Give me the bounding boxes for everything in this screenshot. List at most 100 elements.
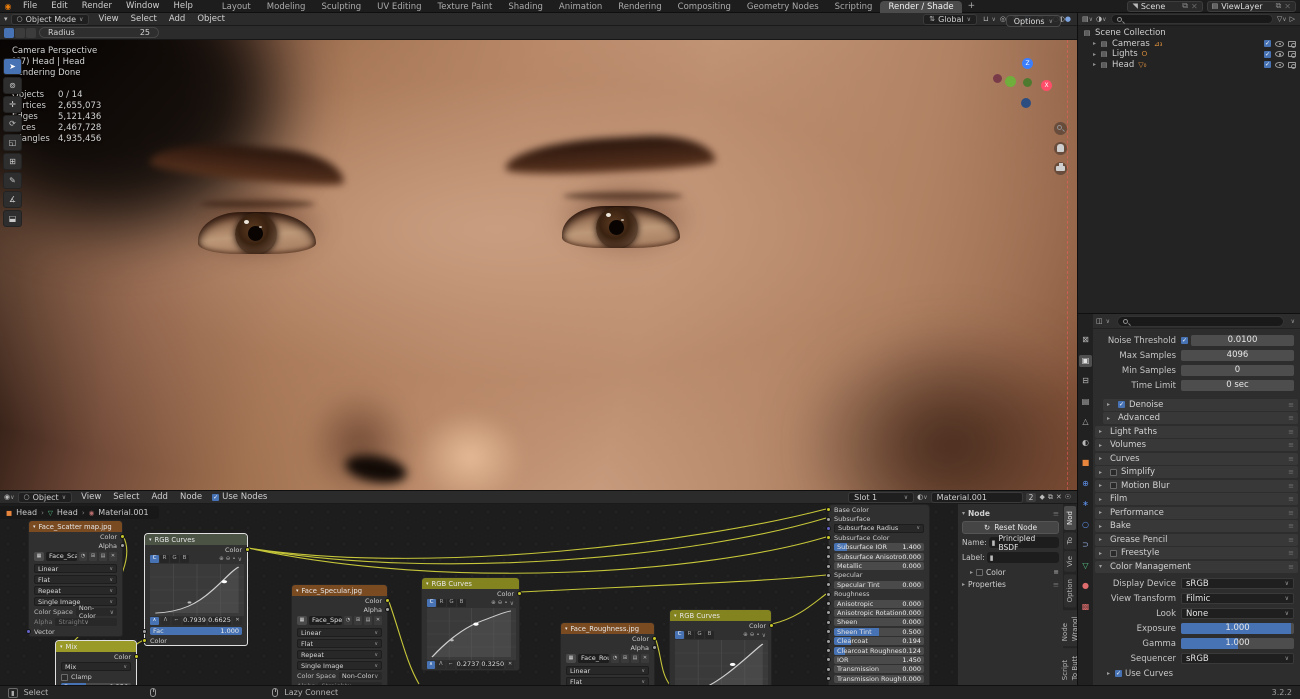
node-curves2[interactable]: ▾RGB CurvesColorCRGB⊕⊖•∨∧Λ⌐0.27370.3250✕: [421, 577, 520, 671]
properties-tab-texture-icon[interactable]: ▩: [1079, 601, 1092, 613]
node-dropdown[interactable]: Repeat∨: [34, 586, 117, 595]
workspace-tab-scripting[interactable]: Scripting: [827, 1, 881, 13]
property-value[interactable]: 0: [1181, 365, 1294, 376]
material-users-count[interactable]: 2: [1026, 493, 1037, 502]
unlink-material-icon[interactable]: ✕: [1053, 493, 1065, 501]
section-checkbox[interactable]: [1110, 550, 1117, 557]
slider-widget[interactable]: Transmission Roughness0.000: [834, 675, 924, 683]
socket-gray[interactable]: [826, 620, 831, 625]
tool-select-icon[interactable]: ➤: [3, 58, 22, 75]
node-specular[interactable]: ▾Face_Specular.jpgColorAlpha▦Face_Specul…: [291, 584, 388, 685]
image-unlink-icon[interactable]: ✕: [374, 616, 382, 625]
fake-user-shield-icon[interactable]: ◆: [1036, 493, 1047, 501]
exclude-checkbox[interactable]: ✓: [1264, 40, 1271, 47]
property-value[interactable]: 0 sec: [1181, 380, 1294, 391]
image-unlink-icon[interactable]: ✕: [109, 552, 117, 561]
node-header[interactable]: ▾Face_Roughness.jpg: [561, 623, 654, 634]
cm-select[interactable]: sRGB∨: [1181, 578, 1294, 589]
scene-new-icon[interactable]: ⧉: [1182, 1, 1188, 11]
noise-threshold-checkbox[interactable]: ✓: [1181, 337, 1188, 344]
section-motion-blur[interactable]: ▸Motion Blur≡: [1095, 480, 1298, 492]
tool-transform-icon[interactable]: ⊞: [3, 153, 22, 170]
collapse-arrow-icon[interactable]: ▾: [565, 626, 568, 632]
shader-editor-type-icon[interactable]: ◉: [0, 493, 10, 501]
section-grease-pencil[interactable]: ▸Grease Pencil≡: [1095, 534, 1298, 546]
node-curves1[interactable]: ▾RGB CurvesColorCRGB⊕⊖•∨∧Λ⌐0.79390.6625✕…: [144, 533, 248, 646]
slider-widget[interactable]: Sheen0.000: [834, 618, 924, 626]
socket-gray[interactable]: [826, 610, 831, 615]
slider-widget[interactable]: Specular Tint0.000: [834, 581, 924, 589]
section-denoise[interactable]: ▸✓Denoise≡: [1103, 399, 1298, 411]
zoom-in-icon[interactable]: ⊕: [743, 632, 748, 639]
expand-arrow-icon[interactable]: ▸: [1090, 61, 1099, 68]
zoom-icon[interactable]: [1054, 122, 1067, 135]
handle-free-icon[interactable]: ⌐: [172, 617, 181, 625]
sidebar-tab-script-to-butt[interactable]: Script To Butt: [1059, 648, 1077, 685]
slider-widget[interactable]: IOR1.450: [834, 656, 924, 664]
image-open-icon[interactable]: ▤: [99, 552, 107, 561]
outliner-row-lights[interactable]: ▸▤Lights⭘✓: [1078, 49, 1300, 60]
image-new-icon[interactable]: ⊞: [621, 654, 629, 663]
socket-yellow[interactable]: [142, 638, 147, 643]
channel-g-button[interactable]: G: [170, 555, 179, 563]
sidebar-tab-vie[interactable]: Vie: [1064, 551, 1076, 572]
shader-menu-select[interactable]: Select: [107, 492, 145, 502]
channel-b-button[interactable]: B: [705, 631, 714, 639]
image-open-icon[interactable]: ▤: [364, 616, 372, 625]
socket-gray[interactable]: [385, 607, 390, 612]
socket-purple[interactable]: [826, 526, 831, 531]
expand-arrow-icon[interactable]: ▸: [1090, 40, 1099, 47]
menu-edit[interactable]: Edit: [44, 0, 74, 13]
tool-move-icon[interactable]: ✛: [3, 96, 22, 113]
node-curves3[interactable]: ▾RGB CurvesColorCRGB⊕⊖•∨: [669, 609, 772, 685]
node-header[interactable]: ▾Face_Scatter map.jpg: [29, 521, 122, 532]
section-simplify[interactable]: ▸Simplify≡: [1095, 466, 1298, 478]
properties-tab-view-layer-icon[interactable]: ▤: [1079, 396, 1092, 408]
outliner-options-icon[interactable]: ▷: [1290, 15, 1300, 23]
scene-selector[interactable]: ◥ Scene ⧉ ✕: [1127, 1, 1202, 12]
image-thumbnail-icon[interactable]: ▦: [566, 654, 576, 663]
select-mode-extend-icon[interactable]: [15, 28, 25, 38]
section-freestyle[interactable]: ▸Freestyle≡: [1095, 547, 1298, 559]
workspace-tab-rendering[interactable]: Rendering: [610, 1, 669, 13]
gizmo-z-axis[interactable]: Z: [1022, 58, 1033, 69]
shader-menu-node[interactable]: Node: [174, 492, 208, 502]
shader-menu-view[interactable]: View: [75, 492, 107, 502]
section-checkbox[interactable]: [1110, 469, 1117, 476]
node-dropdown[interactable]: Straight∨: [55, 618, 117, 626]
properties-tab-tool-icon[interactable]: ⊠: [1079, 334, 1092, 346]
properties-editor-icon[interactable]: ◫: [1096, 317, 1103, 325]
workspace-tab-modeling[interactable]: Modeling: [259, 1, 314, 13]
image-open-icon[interactable]: ▤: [631, 654, 639, 663]
properties-tab-particles-icon[interactable]: ∗: [1079, 498, 1092, 510]
slot-dropdown[interactable]: Slot 1∨: [848, 492, 914, 503]
node-header[interactable]: ▾Mix: [56, 641, 136, 652]
cm-slider-widget[interactable]: 1.000: [1181, 638, 1294, 649]
image-thumbnail-icon[interactable]: ▦: [34, 552, 44, 561]
outliner-display-mode-icon[interactable]: ◑: [1093, 15, 1102, 23]
pin-icon[interactable]: ☉: [1065, 493, 1071, 501]
shader-editor[interactable]: ◉∨ ○ Object∨ ViewSelectAddNode ✓ Use Nod…: [0, 490, 1077, 685]
node-header[interactable]: ▾RGB Curves: [145, 534, 247, 545]
sidebar-tab-to[interactable]: To: [1064, 532, 1076, 549]
viewport-menu-add[interactable]: Add: [163, 14, 191, 24]
node-panel-section[interactable]: ▾Node ≡: [962, 507, 1059, 519]
socket-gray[interactable]: [826, 657, 831, 662]
socket-gray[interactable]: [826, 601, 831, 606]
workspace-tab-uv-editing[interactable]: UV Editing: [369, 1, 429, 13]
node-label-input[interactable]: ▮: [987, 552, 1059, 563]
slider-widget[interactable]: Clearcoat Roughness0.124: [834, 647, 924, 655]
mode-dropdown[interactable]: ○ Object Mode∨: [11, 14, 90, 25]
workspace-tab-texture-paint[interactable]: Texture Paint: [430, 1, 501, 13]
outliner-row-head[interactable]: ▸▤Head▽₀✓: [1078, 60, 1300, 71]
socket-yellow[interactable]: [134, 654, 139, 659]
properties-search-input[interactable]: [1117, 316, 1284, 327]
curve-options-icon[interactable]: •: [232, 556, 235, 563]
node-dropdown[interactable]: Linear∨: [297, 628, 382, 637]
socket-yellow[interactable]: [652, 636, 657, 641]
node-header[interactable]: ▾RGB Curves: [422, 578, 519, 589]
exclude-checkbox[interactable]: ✓: [1264, 61, 1271, 68]
cm-select[interactable]: sRGB∨: [1181, 653, 1294, 664]
slider-widget[interactable]: Transmission0.000: [834, 665, 924, 673]
property-value[interactable]: 4096: [1181, 350, 1294, 361]
